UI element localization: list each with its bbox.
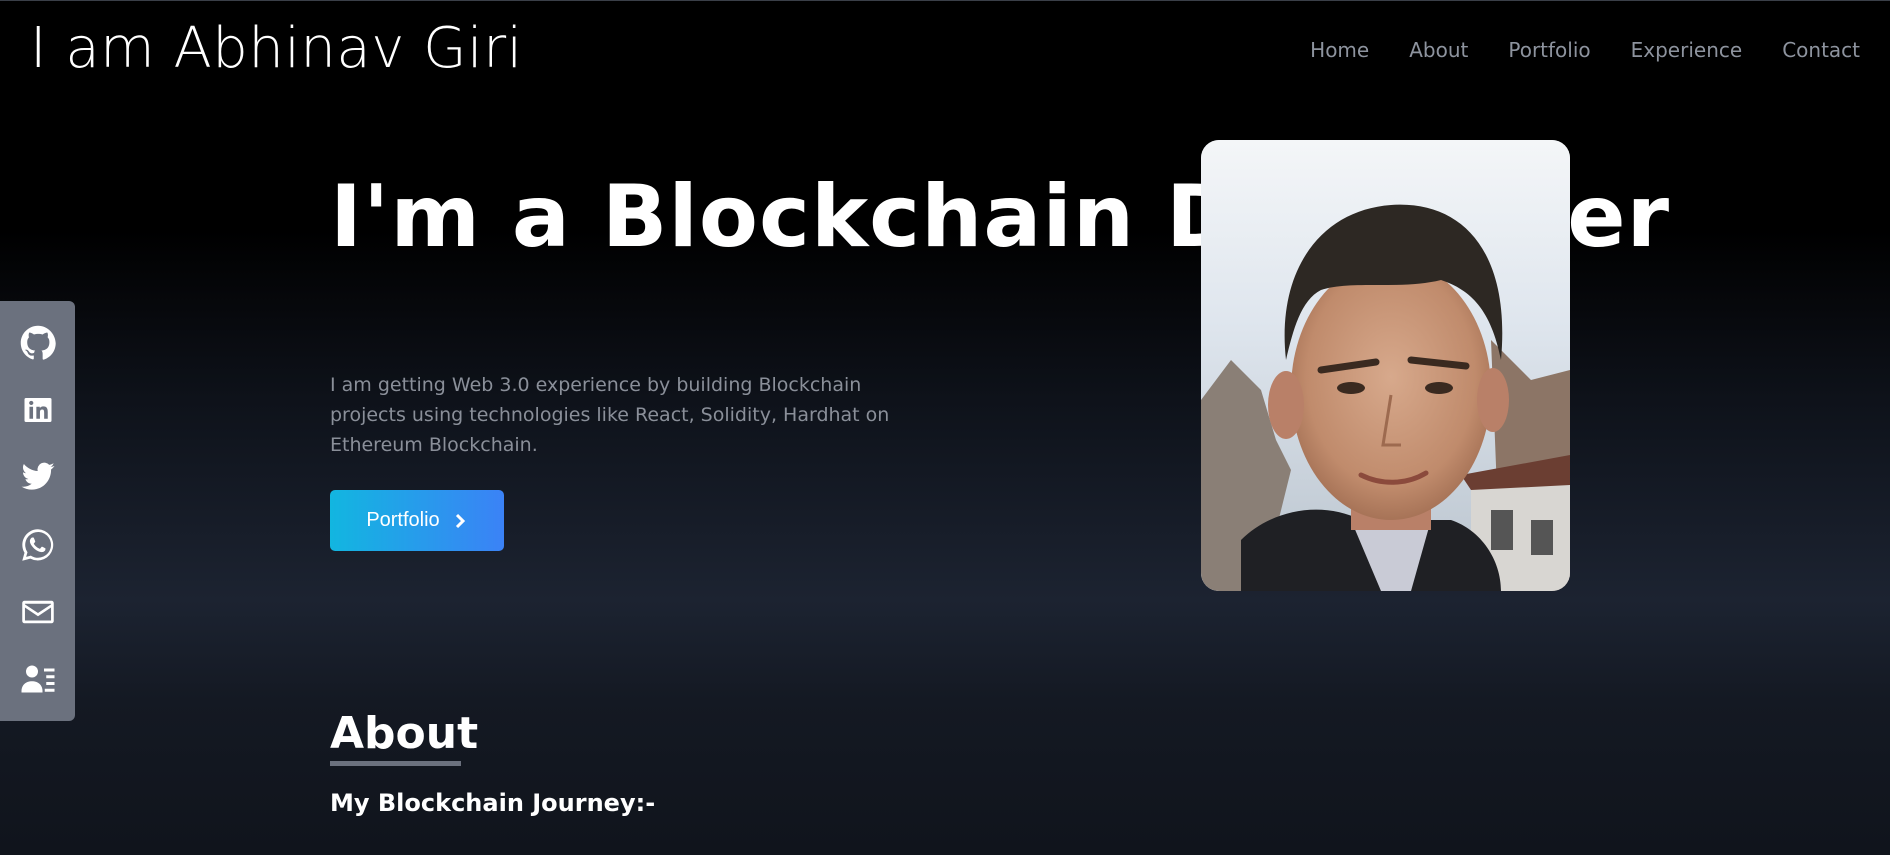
about-title: About bbox=[330, 708, 479, 759]
social-sidebar bbox=[0, 301, 75, 721]
github-link[interactable] bbox=[19, 324, 57, 362]
whatsapp-link[interactable] bbox=[19, 526, 57, 564]
nav-contact[interactable]: Contact bbox=[1782, 38, 1860, 62]
resume-icon bbox=[21, 665, 54, 693]
nav-portfolio[interactable]: Portfolio bbox=[1508, 38, 1590, 62]
profile-photo-illustration bbox=[1201, 140, 1570, 591]
hero-description: I am getting Web 3.0 experience by build… bbox=[330, 374, 890, 456]
twitter-link[interactable] bbox=[19, 458, 57, 496]
about-subtitle: My Blockchain Journey:- bbox=[330, 789, 656, 817]
portfolio-button-label: Portfolio bbox=[366, 509, 440, 531]
nav-about[interactable]: About bbox=[1409, 38, 1468, 62]
linkedin-icon bbox=[24, 397, 51, 422]
chevron-right-icon bbox=[455, 513, 465, 528]
nav-experience[interactable]: Experience bbox=[1631, 38, 1743, 62]
linkedin-link[interactable] bbox=[19, 391, 57, 429]
nav-home[interactable]: Home bbox=[1310, 38, 1369, 62]
portfolio-button[interactable]: Portfolio bbox=[330, 490, 504, 551]
navbar: I am Abhinav Giri Home About Portfolio E… bbox=[0, 0, 1890, 100]
mail-icon bbox=[21, 600, 54, 624]
main-nav: Home About Portfolio Experience Contact bbox=[1310, 38, 1860, 62]
whatsapp-icon bbox=[21, 528, 53, 561]
mail-link[interactable] bbox=[19, 593, 57, 631]
github-icon bbox=[20, 325, 56, 360]
twitter-icon bbox=[21, 462, 54, 490]
resume-link[interactable] bbox=[19, 660, 57, 698]
about-underline bbox=[330, 761, 461, 766]
brand-title[interactable]: I am Abhinav Giri bbox=[30, 16, 523, 81]
profile-photo bbox=[1201, 140, 1570, 591]
